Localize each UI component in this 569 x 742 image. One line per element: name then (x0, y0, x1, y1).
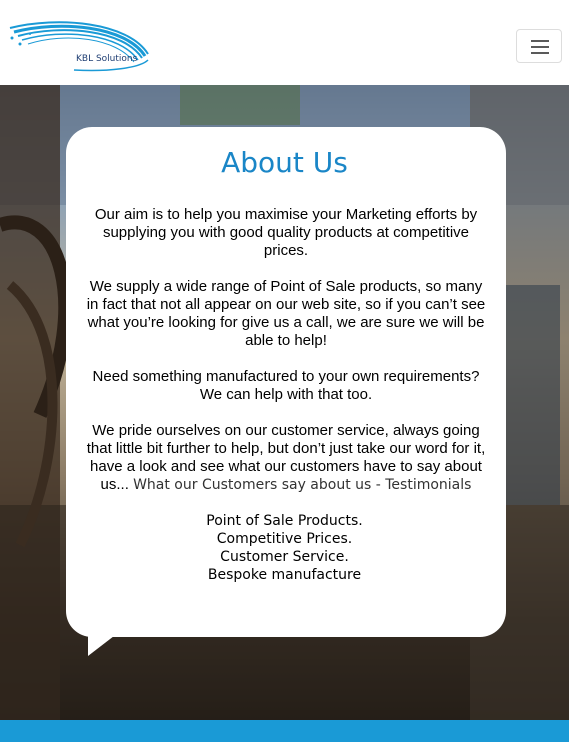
logo-swoosh-icon (9, 21, 149, 72)
features-list: Point of Sale Products. Competitive Pric… (0, 512, 569, 584)
feature-item: Customer Service. (220, 549, 349, 565)
hamburger-icon (531, 40, 549, 42)
footer-strip (0, 720, 569, 742)
logo[interactable]: KBL Solutions (8, 14, 158, 78)
logo-text: KBL Solutions (76, 54, 138, 64)
feature-item: Bespoke manufacture (207, 567, 362, 583)
page-title: About Us (221, 146, 348, 179)
speech-bubble-tail (88, 636, 114, 656)
about-paragraph-manufacture: Need something manufactured to your own … (92, 368, 480, 403)
about-paragraph-service: We pride ourselves on our customer servi… (82, 422, 490, 494)
about-paragraph-aim: Our aim is to help you maximise your Mar… (94, 206, 478, 259)
about-paragraph-products: We supply a wide range of Point of Sale … (86, 278, 486, 349)
feature-item: Point of Sale Products. (206, 513, 363, 529)
testimonials-link[interactable]: What our Customers say about us - Testim… (133, 477, 471, 493)
site-header: KBL Solutions (0, 0, 569, 85)
menu-toggle-button[interactable] (516, 29, 562, 63)
feature-item: Competitive Prices. (216, 531, 353, 547)
